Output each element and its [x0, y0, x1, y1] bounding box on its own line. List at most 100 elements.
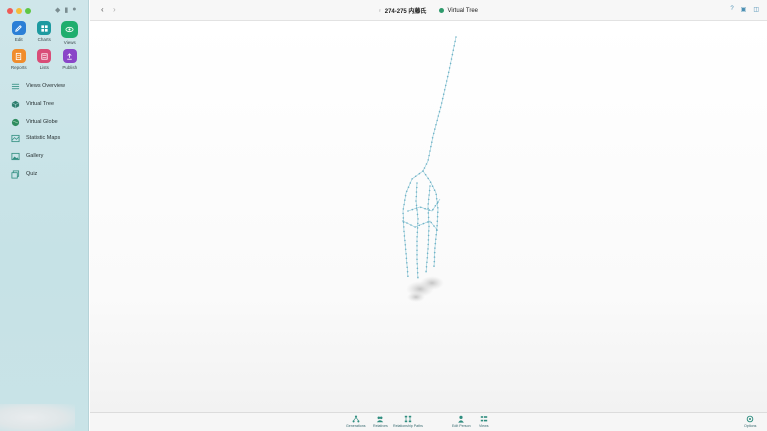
- tree-node[interactable]: [449, 62, 452, 65]
- tree-node[interactable]: [434, 242, 437, 245]
- tree-node[interactable]: [416, 236, 418, 238]
- tree-node[interactable]: [405, 190, 408, 193]
- tree-node[interactable]: [416, 231, 419, 234]
- tree-node[interactable]: [439, 106, 442, 109]
- tree-node[interactable]: [425, 163, 428, 165]
- nav-quiz[interactable]: Quiz: [6, 167, 82, 181]
- tree-node[interactable]: [436, 215, 439, 218]
- tree-node[interactable]: [430, 145, 432, 148]
- tree-node[interactable]: [416, 258, 418, 261]
- tree-node[interactable]: [416, 227, 419, 229]
- tree-node[interactable]: [418, 224, 421, 227]
- tree-node[interactable]: [427, 243, 430, 246]
- tree-node[interactable]: [425, 266, 428, 268]
- tree-node[interactable]: [432, 208, 434, 211]
- tree-node[interactable]: [403, 235, 406, 237]
- tree-node[interactable]: [452, 49, 455, 51]
- tree-node[interactable]: [424, 207, 426, 210]
- relationship-paths-button[interactable]: Relationship Paths: [393, 415, 423, 428]
- tree-node[interactable]: [416, 182, 418, 184]
- tree-node[interactable]: [440, 102, 443, 104]
- tree-node[interactable]: [427, 159, 430, 161]
- tree-node[interactable]: [434, 128, 436, 130]
- virtual-tree-canvas[interactable]: [90, 21, 767, 412]
- tree-node[interactable]: [438, 110, 441, 113]
- app-views[interactable]: Views: [57, 21, 83, 45]
- tree-node[interactable]: [410, 224, 412, 226]
- edit-person-button[interactable]: Edit Person: [452, 415, 471, 428]
- tree-node[interactable]: [436, 224, 438, 227]
- tree-node[interactable]: [406, 222, 408, 224]
- tree-node[interactable]: [415, 191, 418, 193]
- tree-node[interactable]: [403, 226, 405, 228]
- bookmark-icon[interactable]: ▮: [64, 6, 68, 14]
- tree-node[interactable]: [433, 256, 436, 258]
- tree-node[interactable]: [415, 204, 418, 207]
- tree-node[interactable]: [432, 132, 435, 135]
- tree-node[interactable]: [418, 172, 421, 175]
- nav-gallery[interactable]: Gallery: [6, 149, 82, 163]
- tree-node[interactable]: [433, 260, 436, 263]
- tree-node[interactable]: [415, 200, 417, 202]
- tree-node[interactable]: [405, 253, 407, 255]
- tree-node[interactable]: [403, 203, 405, 206]
- tree-node[interactable]: [433, 189, 436, 191]
- nav-views-overview[interactable]: Views Overview: [6, 79, 82, 93]
- tree-node[interactable]: [429, 150, 431, 152]
- tree-node[interactable]: [422, 222, 425, 225]
- tree-node[interactable]: [402, 220, 404, 222]
- tree-node[interactable]: [426, 257, 429, 259]
- tree-node[interactable]: [416, 272, 419, 274]
- options-button[interactable]: Options: [744, 415, 756, 428]
- virtual-tree-graphic[interactable]: [90, 21, 767, 412]
- tree-node[interactable]: [427, 207, 429, 210]
- tree-node[interactable]: [454, 40, 456, 43]
- tree-node[interactable]: [417, 222, 419, 225]
- sidebar-toggle-icon[interactable]: ◫: [753, 6, 759, 13]
- tree-node[interactable]: [433, 265, 435, 267]
- close-button[interactable]: [7, 8, 13, 14]
- tree-node[interactable]: [428, 189, 431, 192]
- tree-node[interactable]: [427, 198, 430, 201]
- people-icon[interactable]: ●: [72, 6, 76, 14]
- tree-node[interactable]: [427, 216, 430, 219]
- tree-node[interactable]: [431, 141, 433, 143]
- nav-virtual-globe[interactable]: Virtual Globe: [6, 115, 82, 129]
- nav-statistic-maps[interactable]: Statistic Maps: [6, 131, 82, 145]
- tree-node[interactable]: [404, 199, 406, 201]
- tree-node[interactable]: [444, 84, 447, 87]
- zoom-button[interactable]: [25, 8, 31, 14]
- help-icon[interactable]: ?: [730, 6, 733, 13]
- tree-node[interactable]: [453, 45, 456, 47]
- tree-node[interactable]: [427, 212, 430, 214]
- back-button[interactable]: ‹: [101, 5, 104, 14]
- tree-node[interactable]: [417, 276, 419, 279]
- tree-node[interactable]: [429, 181, 432, 183]
- tree-node[interactable]: [404, 244, 407, 246]
- tree-node[interactable]: [431, 185, 434, 187]
- account-area[interactable]: [0, 404, 75, 431]
- tree-node[interactable]: [427, 239, 430, 241]
- tree-node[interactable]: [429, 185, 431, 187]
- tree-node[interactable]: [436, 220, 439, 222]
- generations-button[interactable]: Generations: [346, 415, 366, 428]
- tree-node[interactable]: [446, 75, 449, 78]
- app-publish[interactable]: Publish: [57, 49, 83, 70]
- tree-node[interactable]: [415, 195, 418, 198]
- tree-node[interactable]: [406, 266, 409, 269]
- tree-node[interactable]: [402, 208, 405, 210]
- tree-node[interactable]: [441, 97, 444, 100]
- tree-node[interactable]: [435, 233, 438, 236]
- tree-node[interactable]: [435, 123, 437, 126]
- tree-node[interactable]: [411, 208, 414, 211]
- tree-node[interactable]: [434, 247, 436, 249]
- tree-node[interactable]: [435, 238, 437, 240]
- tree-node[interactable]: [437, 211, 439, 213]
- tree-node[interactable]: [417, 218, 419, 220]
- tree-node[interactable]: [420, 206, 422, 209]
- tree-node[interactable]: [406, 270, 409, 273]
- tree-node[interactable]: [426, 221, 429, 223]
- tree-node[interactable]: [426, 261, 428, 264]
- panel-icon[interactable]: ▣: [741, 6, 747, 13]
- tree-node[interactable]: [414, 226, 416, 228]
